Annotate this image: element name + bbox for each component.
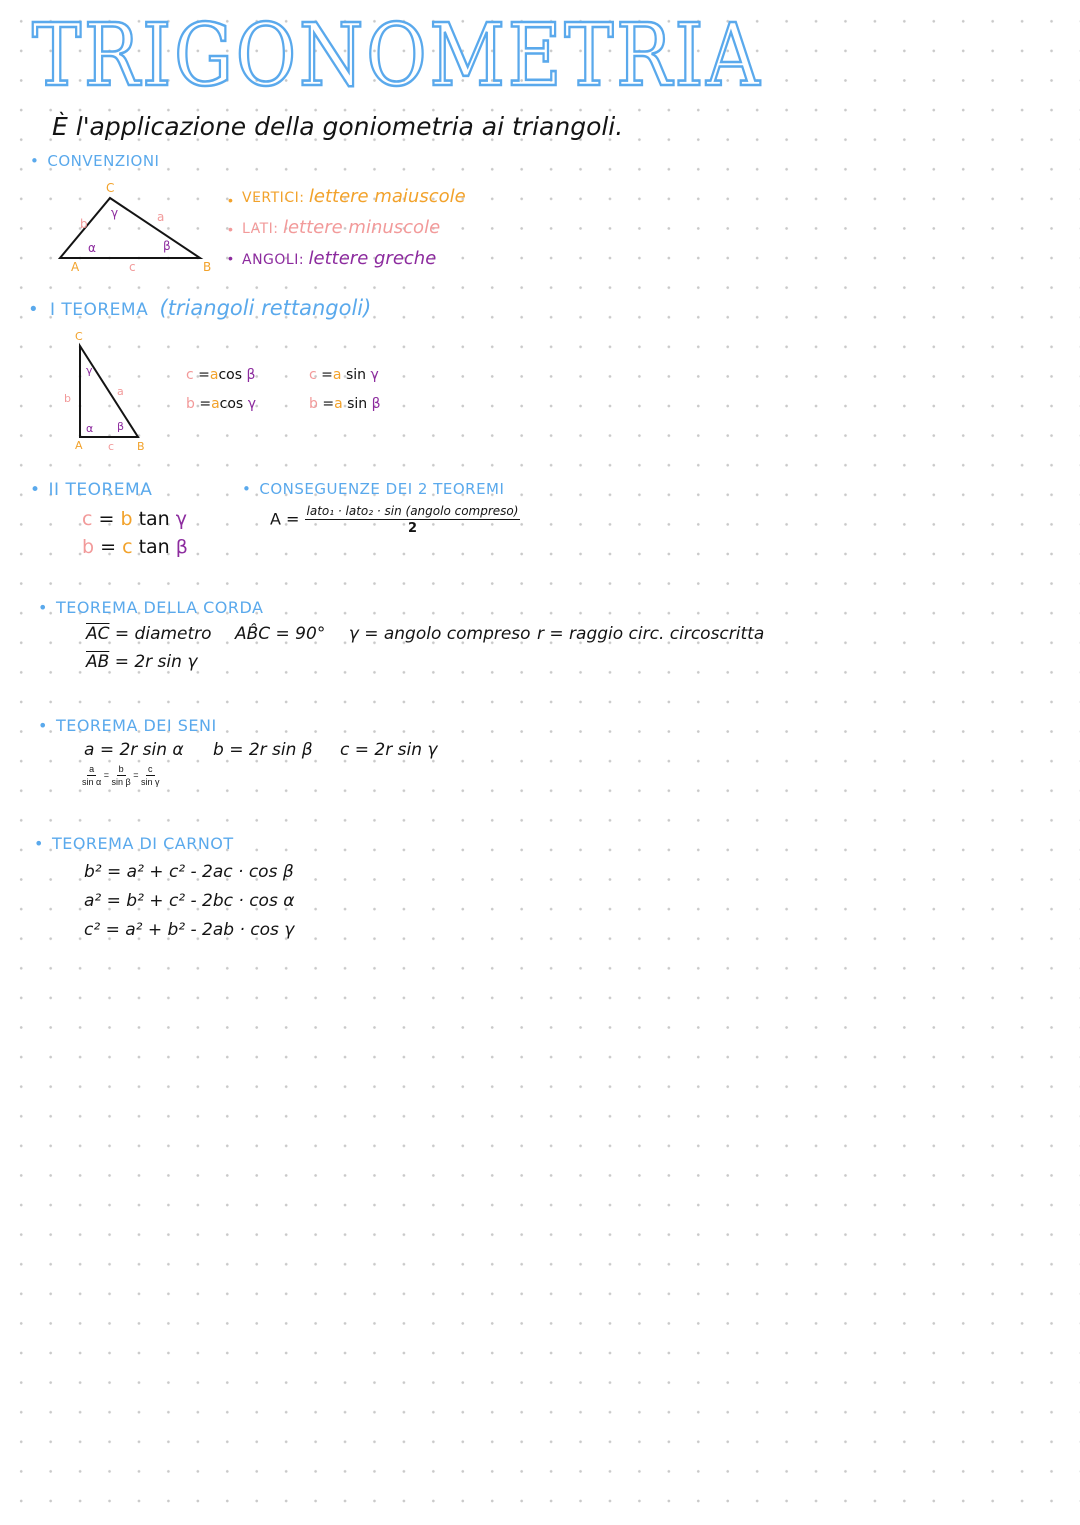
segment-ab: AB	[86, 652, 110, 672]
formula: b = c tan β	[82, 536, 188, 558]
seni-formula-c: c = 2r sin γ	[340, 740, 438, 760]
formula-angle: β	[246, 367, 256, 383]
formula-lhs: c	[82, 508, 93, 530]
formula: c =a sin γ	[309, 367, 379, 383]
ratio-denominator: sin α	[82, 777, 102, 787]
ratio-denominator: sin γ	[141, 777, 160, 787]
formula-angle: β	[175, 536, 188, 558]
carnot-formulas: b² = a² + c² - 2ac · cos β a² = b² + c² …	[84, 858, 294, 945]
carnot-formula-c: c² = a² + b² - 2ab · cos γ	[84, 920, 295, 940]
corda-line2: AB = 2r sin γ	[86, 652, 197, 672]
formula-fn: tan	[138, 508, 170, 530]
ratio-numerator: a	[87, 764, 97, 776]
section-heading-teorema2: II TEOREMA	[30, 480, 152, 500]
formula: b =acos γ	[186, 396, 256, 412]
teorema1-formulas-cos: c =acos β b =acos γ	[186, 361, 256, 419]
ratio-numerator: b	[116, 764, 126, 776]
area-formula: A = lato₁ · lato₂ · sin (angolo compreso…	[270, 504, 521, 536]
right-triangle-shape	[79, 342, 140, 438]
ratio-term: a sin α	[82, 764, 101, 787]
angle-label-gamma: γ	[86, 364, 93, 377]
ratio-numerator: c	[146, 764, 155, 776]
section-heading-conseguenze: CONSEGUENZE dei 2 TEOREMI	[242, 480, 504, 498]
teorema2-formulas: c = b tan γ b = c tan β	[82, 505, 188, 561]
corda-item: AB̂C = 90°	[234, 624, 326, 644]
corda-text: = diametro	[109, 624, 212, 644]
section-heading-carnot: TEOREMA di CARNOT	[34, 834, 234, 853]
formula-lhs: b	[82, 536, 95, 558]
formula: c =acos β	[186, 367, 256, 383]
corda-line1: AC = diametro AB̂C = 90° γ = angolo comp…	[86, 624, 531, 644]
formula-fn: sin	[345, 367, 366, 383]
ratio-term: c sin γ	[141, 764, 160, 787]
formula-fn: cos	[219, 396, 244, 412]
carnot-formula-b: b² = a² + c² - 2ac · cos β	[84, 862, 294, 882]
area-lhs: A =	[270, 509, 300, 529]
corda-text: = 2r sin γ	[109, 652, 198, 672]
area-fraction: lato₁ · lato₂ · sin (angolo compreso) 2	[304, 504, 521, 536]
area-denominator: 2	[407, 521, 418, 536]
formula-lhs: c	[309, 367, 317, 383]
area-numerator: lato₁ · lato₂ · sin (angolo compreso)	[304, 504, 521, 520]
corda-item: γ = angolo compreso	[348, 624, 531, 644]
formula-lhs: c	[186, 367, 194, 383]
side-label-b: b	[64, 392, 71, 405]
formula: b =a sin β	[309, 396, 381, 412]
formula-angle: β	[371, 396, 381, 412]
formula-coef: a	[211, 396, 220, 412]
vertex-label-b: B	[137, 440, 145, 453]
seni-formula-a: a = 2r sin α	[84, 740, 184, 760]
formula-coef: a	[332, 367, 342, 383]
formula-coef: a	[334, 396, 343, 412]
formula-coef: b	[120, 508, 133, 530]
formula-fn: tan	[138, 536, 170, 558]
corda-item: AC = diametro	[86, 624, 212, 644]
seni-formula-b: b = 2r sin β	[213, 740, 313, 760]
teorema1-formulas-sin: c =a sin γ b =a sin β	[309, 361, 381, 419]
side-label-c: c	[108, 440, 115, 453]
corda-radius-note: r = raggio circ. circoscritta	[537, 624, 765, 644]
formula-coef: c	[122, 536, 133, 558]
ratio-denominator: sin β	[111, 777, 131, 787]
section-heading-corda: TEOREMA DELLA CORDA	[38, 598, 264, 617]
formula: c = b tan γ	[82, 508, 187, 530]
carnot-formula-a: a² = b² + c² - 2bc · cos α	[84, 891, 295, 911]
angle-label-beta: β	[117, 420, 125, 433]
formula-angle: γ	[175, 508, 187, 530]
equals-sign: =	[103, 769, 109, 780]
angle-label-alpha: α	[86, 422, 94, 435]
vertex-label-c: C	[75, 330, 83, 343]
formula-lhs: b	[309, 396, 318, 412]
equals-sign: =	[133, 769, 139, 780]
seni-ratio: a sin α = b sin β = c sin γ	[82, 764, 160, 787]
formula-fn: cos	[218, 367, 243, 383]
segment-ac: AC	[86, 624, 110, 644]
formula-fn: sin	[347, 396, 368, 412]
formula-angle: γ	[370, 367, 379, 383]
vertex-label-a: A	[75, 439, 83, 452]
section-heading-seni: TEOREMA DEI SENI	[38, 716, 217, 735]
side-label-a: a	[117, 385, 124, 398]
formula-angle: γ	[247, 396, 256, 412]
formula-lhs: b	[186, 396, 195, 412]
ratio-term: b sin β	[112, 764, 131, 787]
